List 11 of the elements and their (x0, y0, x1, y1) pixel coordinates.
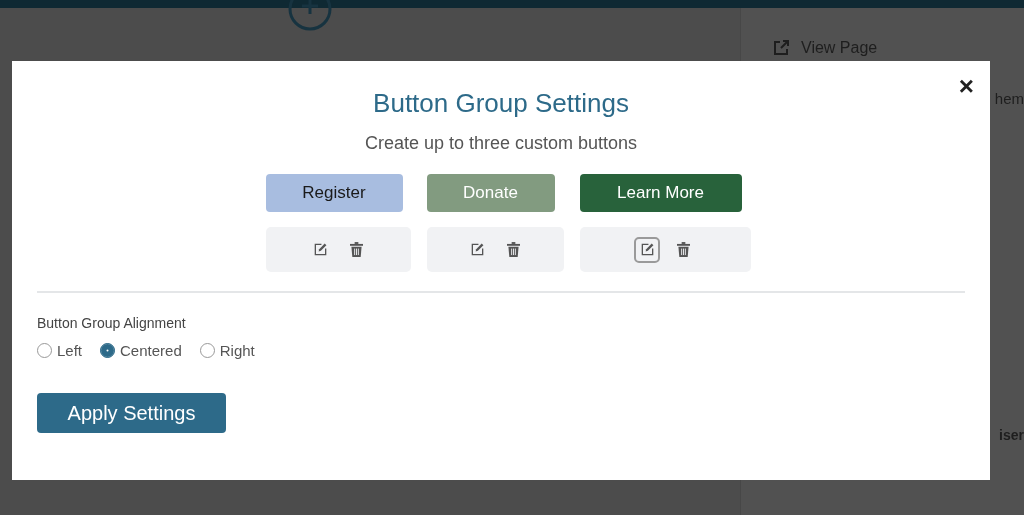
close-button[interactable]: × (958, 73, 974, 99)
modal-title: Button Group Settings (372, 88, 630, 119)
alignment-radio[interactable]: Left (37, 342, 83, 359)
apply-settings-button[interactable]: Apply Settings (37, 393, 226, 433)
alignment-radio[interactable]: Centered (100, 342, 182, 359)
alignment-label: Button Group Alignment (37, 315, 187, 331)
custom-button[interactable]: Learn More (579, 174, 742, 212)
custom-button[interactable]: Register (265, 174, 403, 212)
modal-subtitle: Create up to three custom buttons (363, 133, 639, 154)
edit-icon[interactable] (634, 236, 660, 263)
alignment-radio[interactable]: Right (199, 342, 255, 359)
